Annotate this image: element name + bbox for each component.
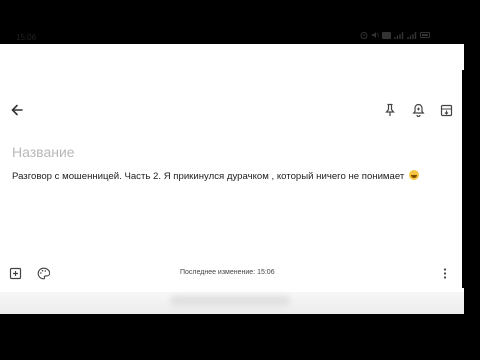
signal-icon: [394, 32, 404, 39]
archive-icon[interactable]: [438, 102, 454, 118]
letterbox-bottom: [0, 314, 480, 360]
note-title-input[interactable]: Название: [12, 144, 75, 160]
notes-screen: [0, 44, 464, 292]
status-time: 15:06: [16, 33, 37, 42]
laughing-emoji-icon: [408, 170, 419, 180]
arrow-left-icon[interactable]: [9, 102, 25, 118]
note-body-content: Разговор с мошенницей. Часть 2. Я прикин…: [12, 171, 405, 182]
alarm-icon: [360, 32, 368, 39]
bell-icon[interactable]: [410, 102, 426, 118]
more-vertical-icon[interactable]: [438, 266, 452, 280]
note-body-text[interactable]: Разговор с мошенницей. Часть 2. Я прикин…: [12, 170, 419, 182]
screen-edge: [462, 70, 480, 288]
last-edited-label: Последнее изменение: 15:06: [180, 269, 275, 276]
gesture-area: [0, 292, 464, 314]
pin-icon[interactable]: [382, 102, 398, 118]
status-indicators: [360, 31, 430, 39]
palette-icon[interactable]: [36, 266, 50, 280]
mute-icon: [372, 32, 379, 38]
add-box-icon[interactable]: [8, 266, 22, 280]
battery-icon: [420, 32, 430, 38]
wifi-icon: [382, 31, 391, 39]
signal-icon: [407, 32, 417, 39]
gesture-bar: [170, 296, 290, 306]
